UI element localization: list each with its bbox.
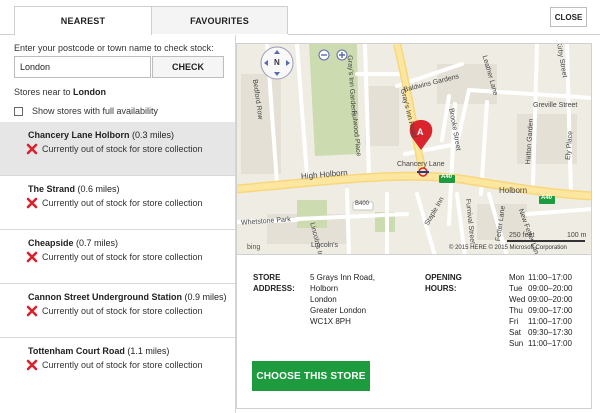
map-copyright: © 2015 HERE © 2015 Microsoft Corporation [449,245,567,251]
store-distance: (0.7 miles) [76,238,119,248]
choose-store-button[interactable]: CHOOSE THIS STORE [252,361,370,391]
out-of-stock-icon [26,251,38,263]
store-distance: (0.9 miles) [184,292,227,302]
stock-status: Currently out of stock for store collect… [26,197,235,209]
out-of-stock-icon [26,359,38,371]
store-address-label: STORE ADDRESS: [253,273,295,293]
store-address: 5 Grays Inn Road, Holborn London Greater… [310,272,375,327]
store-name: Cheapside [28,238,74,248]
map-scale-feet: 250 feet [509,232,535,239]
hours-day: Tue [509,284,523,293]
store-distance: (1.1 miles) [127,346,170,356]
store-name-line: Cannon Street Underground Station (0.9 m… [28,292,235,302]
out-of-stock-icon [26,305,38,317]
map-label-b400: B400 [355,201,370,207]
hours-time: 09:00–20:00 [528,295,573,304]
store-distance: (0.6 miles) [77,184,120,194]
hours-time: 09:00–20:00 [528,284,573,293]
postcode-input[interactable] [14,56,151,78]
address-line: Holborn [310,284,339,293]
hours-row: Sun 11:00–17:00 [509,338,573,349]
opening-hours: Mon 11:00–17:00 Tue 09:00–20:00 Wed 09:00–2… [509,272,573,349]
hours-time: 11:00–17:00 [528,317,572,326]
map-scale-metres: 100 m [567,232,587,239]
stock-text: Currently out of stock for store collect… [42,360,203,370]
hours-day: Wed [509,295,526,304]
check-button[interactable]: CHECK [152,56,224,78]
tab-nearest[interactable]: NEAREST [14,6,152,35]
hours-day: Sun [509,339,524,348]
stock-status: Currently out of stock for store collect… [26,305,235,317]
store-name: Cannon Street Underground Station [28,292,182,302]
stock-text: Currently out of stock for store collect… [42,252,203,262]
store-search-panel: Enter your postcode or town name to chec… [0,35,236,413]
tab-bar: NEAREST FAVOURITES CLOSE [0,0,600,35]
tab-favourites[interactable]: FAVOURITES [151,6,288,34]
store-name-line: Cheapside (0.7 miles) [28,238,235,248]
store-item-the-strand[interactable]: The Strand (0.6 miles) Currently out of … [0,176,235,230]
stores-near-label: Stores near to London [14,87,106,97]
hours-row: Fri 11:00–17:00 [509,316,573,327]
address-line: 5 Grays Inn Road, [310,273,375,282]
hours-row: Mon 11:00–17:00 [509,272,573,283]
store-details: STORE ADDRESS: 5 Grays Inn Road, Holborn… [236,255,592,409]
store-map[interactable]: N A High Holborn Holborn Chancery Lane A… [236,43,592,255]
zoom-out-icon[interactable] [318,49,330,61]
store-name-line: Chancery Lane Holborn (0.3 miles) [28,130,235,140]
hours-row: Wed 09:00–20:00 [509,294,573,305]
store-name: Tottenham Court Road [28,346,125,356]
map-label-holborn: Holborn [499,186,528,195]
stock-status: Currently out of stock for store collect… [26,251,235,263]
map-label-greville-street: Greville Street [533,102,578,109]
store-name: The Strand [28,184,76,194]
hours-time: 09:00–17:00 [528,306,573,315]
compass-n-label: N [274,58,280,67]
map-pin-letter: A [417,127,424,137]
stores-near-prefix: Stores near to [14,87,71,97]
address-line: Greater London [310,306,367,315]
full-availability-option[interactable]: Show stores with full availability [14,106,158,116]
store-name: Chancery Lane Holborn [28,130,130,140]
store-item-chancery-lane-holborn[interactable]: Chancery Lane Holborn (0.3 miles) Curren… [0,122,235,176]
full-availability-checkbox[interactable] [14,106,23,116]
hours-day: Thu [509,306,523,315]
stores-near-place: London [73,87,107,97]
close-button[interactable]: CLOSE [550,7,587,27]
store-name-line: Tottenham Court Road (1.1 miles) [28,346,235,356]
hours-day: Sat [509,328,522,337]
stock-text: Currently out of stock for store collect… [42,144,203,154]
map-label-a40: A40 [541,195,553,201]
store-finder: NEAREST FAVOURITES CLOSE Enter your post… [0,0,600,413]
hours-time: 11:00–17:00 [528,339,572,348]
address-line: London [310,295,337,304]
stock-text: Currently out of stock for store collect… [42,306,203,316]
stock-status: Currently out of stock for store collect… [26,143,235,155]
hours-row: Thu 09:00–17:00 [509,305,573,316]
store-name-line: The Strand (0.6 miles) [28,184,235,194]
out-of-stock-icon [26,143,38,155]
map-label-lincolns: Lincoln's [311,242,339,249]
map-label-chancery-lane: Chancery Lane [397,161,445,168]
stock-text: Currently out of stock for store collect… [42,198,203,208]
hours-day: Mon [509,273,525,282]
bing-logo: bing [247,244,261,251]
store-list: Chancery Lane Holborn (0.3 miles) Curren… [0,122,235,392]
store-item-cannon-street[interactable]: Cannon Street Underground Station (0.9 m… [0,284,235,338]
map-label-a40: A40 [441,174,453,180]
tab-divider [288,34,600,35]
full-availability-label: Show stores with full availability [32,106,159,116]
opening-hours-label: OPENING HOURS: [425,273,462,293]
stock-status: Currently out of stock for store collect… [26,359,235,371]
hours-time: 09:30–17:30 [528,328,573,337]
hours-row: Tue 09:00–20:00 [509,283,573,294]
store-distance: (0.3 miles) [132,130,175,140]
address-line: WC1X 8PH [310,317,351,326]
store-item-tottenham-court-road[interactable]: Tottenham Court Road (1.1 miles) Current… [0,338,235,392]
postcode-prompt: Enter your postcode or town name to chec… [14,43,214,53]
out-of-stock-icon [26,197,38,209]
store-item-cheapside[interactable]: Cheapside (0.7 miles) Currently out of s… [0,230,235,284]
hours-day: Fri [509,317,519,326]
hours-time: 11:00–17:00 [528,273,572,282]
hours-row: Sat 09:30–17:30 [509,327,573,338]
